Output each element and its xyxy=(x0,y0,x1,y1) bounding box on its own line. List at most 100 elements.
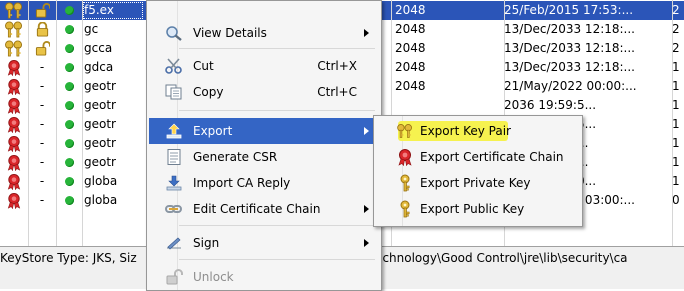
last-column-cell: 2 xyxy=(672,22,680,36)
lock-cell xyxy=(28,1,56,20)
entry-type-cell xyxy=(0,39,28,58)
alias-cell: globa xyxy=(84,174,118,188)
last-column-cell: 1 xyxy=(672,60,680,74)
key-size-cell: 2048 xyxy=(395,41,426,55)
menu-item-unlock: Unlock xyxy=(149,264,377,290)
status-keystore-info: KeyStore Type: JKS, Siz xyxy=(0,251,137,265)
submenu-item-export-public-key[interactable]: Export Public Key xyxy=(376,197,580,221)
submenu-item-export-certificate-chain[interactable]: Export Certificate Chain xyxy=(376,145,580,169)
certificate-icon xyxy=(3,154,25,171)
lock-placeholder: - xyxy=(39,193,45,207)
unlock-icon xyxy=(166,269,183,285)
entry-type-cell xyxy=(0,172,28,191)
submenu-arrow-icon xyxy=(364,29,369,37)
status-cell xyxy=(56,153,82,172)
import-icon xyxy=(166,175,182,191)
lock-placeholder: - xyxy=(39,174,45,188)
lock-cell xyxy=(28,39,56,58)
submenu-arrow-icon xyxy=(364,205,369,213)
entry-type-cell xyxy=(0,134,28,153)
certificate-icon xyxy=(3,135,25,152)
key-size-cell xyxy=(391,96,495,115)
lock-placeholder: - xyxy=(39,117,45,131)
expiry-cell: 13/Dec/2033 12:18:... xyxy=(504,22,635,36)
lock-placeholder: - xyxy=(39,136,45,150)
menu-item-label: Copy xyxy=(193,85,224,99)
status-cell xyxy=(56,77,82,96)
menu-item-label: Unlock xyxy=(193,270,234,284)
menu-separator xyxy=(179,259,375,260)
key-icon xyxy=(396,174,414,192)
menu-item-label: View Details xyxy=(193,26,267,40)
submenu-item-export-key-pair[interactable]: Export Key Pair xyxy=(376,119,580,143)
column-divider xyxy=(82,0,83,246)
status-ok-icon xyxy=(65,158,74,167)
menu-item-label: Edit Certificate Chain xyxy=(193,202,321,216)
certificate-icon xyxy=(3,78,25,95)
key-size-cell: 2048 xyxy=(395,60,426,74)
unlocked-lock-icon xyxy=(35,41,50,56)
submenu-item-export-private-key[interactable]: Export Private Key xyxy=(376,171,580,195)
lock-cell xyxy=(28,20,56,39)
key-pair-icon xyxy=(3,21,25,38)
menu-item-cut[interactable]: Cut Ctrl+X xyxy=(149,53,377,79)
entry-type-cell xyxy=(0,77,28,96)
menu-item-copy[interactable]: Copy Ctrl+C xyxy=(149,79,377,105)
expiry-cell: 25/Feb/2015 17:53:... xyxy=(504,3,634,17)
menu-item-view-details[interactable]: View Details xyxy=(149,20,377,46)
menu-separator xyxy=(179,48,375,49)
last-column-cell: 1 xyxy=(672,174,680,188)
menu-item-export[interactable]: Export xyxy=(149,118,377,144)
certificate-icon xyxy=(396,148,414,166)
status-ok-icon xyxy=(65,25,74,34)
entry-type-cell xyxy=(0,191,28,210)
lock-cell: - xyxy=(28,153,56,172)
status-cell xyxy=(56,39,82,58)
entry-type-cell xyxy=(0,96,28,115)
alias-cell: f5.ex xyxy=(82,1,144,20)
status-cell xyxy=(56,172,82,191)
alias-cell: globa xyxy=(84,193,118,207)
lock-placeholder: - xyxy=(39,60,45,74)
column-divider xyxy=(56,0,57,246)
export-submenu: Export Key Pair Export Certificate Chain… xyxy=(373,115,583,227)
key-size-cell: 2048 xyxy=(395,22,426,36)
submenu-item-label: Export Public Key xyxy=(420,202,525,216)
locked-lock-icon xyxy=(35,22,50,37)
status-ok-icon xyxy=(65,120,74,129)
last-column-cell: 2 xyxy=(672,41,680,55)
alias-cell: geotr xyxy=(84,155,116,169)
lock-cell: - xyxy=(28,172,56,191)
menu-item-import-ca-reply[interactable]: Import CA Reply xyxy=(149,170,377,196)
expiry-cell: 2036 19:59:5... xyxy=(504,98,597,112)
status-ok-icon xyxy=(65,196,74,205)
menu-item-label: Import CA Reply xyxy=(193,176,291,190)
certificate-icon xyxy=(3,59,25,76)
lock-cell: - xyxy=(28,96,56,115)
submenu-arrow-icon xyxy=(364,239,369,247)
menu-item-sign[interactable]: Sign xyxy=(149,230,377,256)
certificate-icon xyxy=(3,116,25,133)
status-cell xyxy=(56,134,82,153)
certificate-icon xyxy=(3,192,25,209)
last-column-cell: 1 xyxy=(672,117,680,131)
lock-cell: - xyxy=(28,77,56,96)
status-ok-icon xyxy=(65,63,74,72)
menu-item-generate-csr[interactable]: Generate CSR xyxy=(149,144,377,170)
status-ok-icon xyxy=(65,44,74,53)
key-pair-icon xyxy=(3,2,25,19)
menu-item-edit-certificate-chain[interactable]: Edit Certificate Chain xyxy=(149,196,377,222)
submenu-arrow-icon xyxy=(364,127,369,135)
entry-type-cell xyxy=(0,58,28,77)
alias-cell: gcca xyxy=(84,41,113,55)
chain-link-icon xyxy=(165,205,182,213)
status-cell xyxy=(56,20,82,39)
key-icon xyxy=(396,200,414,218)
status-ok-icon xyxy=(65,6,74,15)
entry-type-cell xyxy=(0,153,28,172)
lock-placeholder: - xyxy=(39,79,45,93)
key-pair-icon xyxy=(396,122,414,140)
last-column-cell: 1 xyxy=(672,79,680,93)
entry-type-cell xyxy=(0,115,28,134)
status-ok-icon xyxy=(65,101,74,110)
